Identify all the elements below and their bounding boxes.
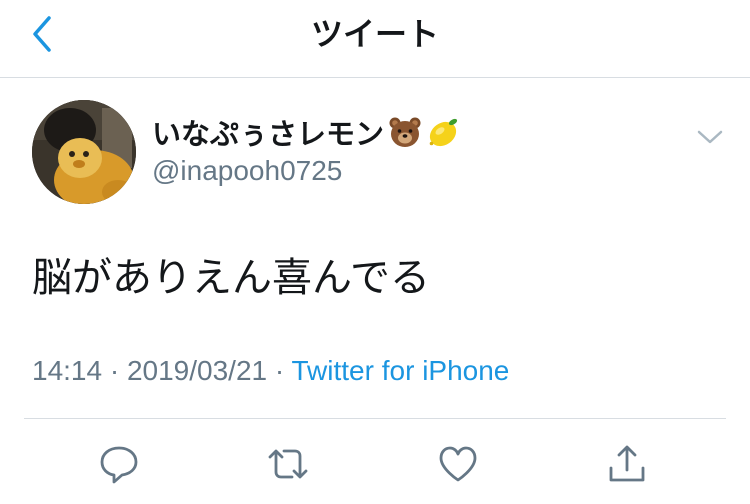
- page-title: ツイート: [310, 16, 439, 52]
- retweet-button[interactable]: [266, 442, 310, 486]
- navigation-bar: ツイート: [0, 0, 750, 78]
- reply-icon: [100, 446, 138, 484]
- share-button[interactable]: [605, 442, 649, 486]
- divider: [24, 418, 726, 419]
- tweet-source-link[interactable]: Twitter for iPhone: [292, 355, 510, 386]
- tweet-date: 2019/03/21: [126, 355, 268, 386]
- tweet-time: 14:14: [32, 355, 103, 386]
- tweet-detail-screen: ツイート いなぷぅさレモン @inapooh0725 脳がありえん喜んでる 14…: [0, 0, 750, 504]
- bear-face-emoji: [389, 117, 421, 147]
- avatar-image: [32, 100, 136, 204]
- meta-separator: ·: [274, 355, 285, 386]
- chevron-down-icon: [697, 130, 723, 144]
- share-icon: [609, 445, 645, 482]
- tweet-meta: 14:14 · 2019/03/21 · Twitter for iPhone: [32, 352, 509, 390]
- username[interactable]: @inapooh0725: [152, 153, 342, 189]
- retweet-icon: [268, 449, 308, 479]
- meta-separator: ·: [109, 355, 120, 386]
- display-name-row[interactable]: いなぷぅさレモン: [152, 112, 460, 152]
- avatar[interactable]: [32, 100, 136, 204]
- more-options-button[interactable]: [690, 122, 730, 152]
- tweet-text: 脳がありえん喜んでる: [32, 256, 430, 300]
- like-icon: [439, 446, 477, 482]
- display-name: いなぷぅさレモン: [152, 119, 385, 151]
- lemon-emoji: [429, 118, 458, 147]
- reply-button[interactable]: [97, 442, 141, 486]
- like-button[interactable]: [436, 442, 480, 486]
